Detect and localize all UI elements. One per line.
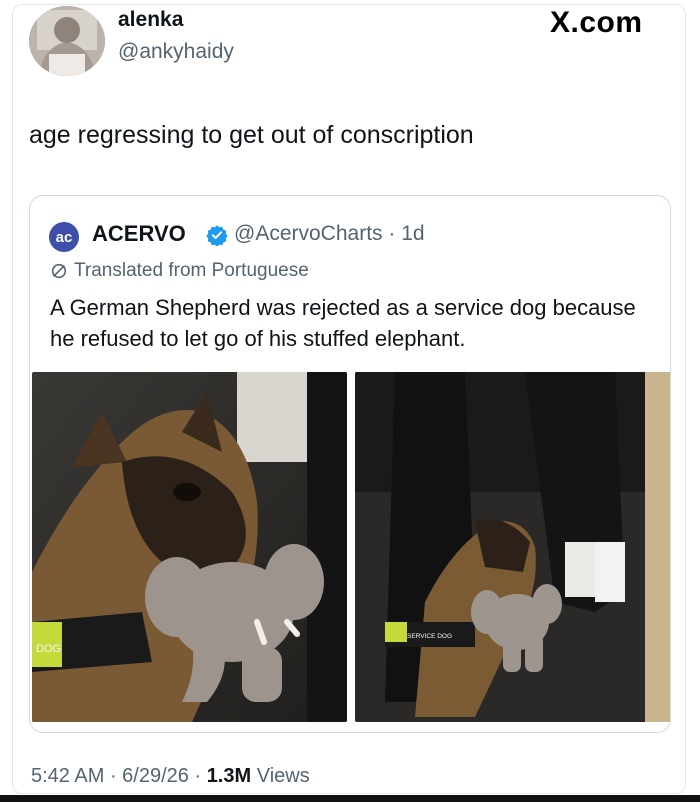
vest-label-left: DOG xyxy=(36,643,61,655)
dog-station-image: SERVICE DOG xyxy=(355,372,670,722)
post-date[interactable]: 6/29/26 xyxy=(122,765,189,787)
translate-icon xyxy=(51,263,67,279)
photo-dog-station[interactable]: SERVICE DOG xyxy=(355,372,670,722)
views-label: Views xyxy=(251,765,310,787)
avatar[interactable] xyxy=(29,6,105,76)
post-time[interactable]: 5:42 AM xyxy=(31,765,104,787)
post-text: age regressing to get out of conscriptio… xyxy=(29,121,474,149)
quoted-avatar[interactable]: ac xyxy=(49,222,79,252)
vest-label-right: SERVICE DOG xyxy=(407,633,452,640)
photo-dog-closeup[interactable]: DOG xyxy=(32,372,347,722)
quoted-text: A German Shepherd was rejected as a serv… xyxy=(50,295,636,351)
views-count[interactable]: 1.3M xyxy=(207,765,251,787)
verified-badge-icon xyxy=(206,225,228,246)
dog-closeup-image: DOG xyxy=(32,372,347,722)
avatar-image xyxy=(29,6,105,76)
separator: · xyxy=(104,765,123,787)
translation-note[interactable]: Translated from Portuguese xyxy=(50,260,309,282)
post-meta: 5:42 AM · 6/29/26 · 1.3M Views xyxy=(31,765,310,788)
quoted-handle-time[interactable]: @AcervoCharts · 1d xyxy=(234,222,425,246)
quoted-display-name[interactable]: ACERVO xyxy=(92,221,186,247)
display-name[interactable]: alenka xyxy=(118,8,183,32)
separator: · xyxy=(188,765,207,787)
site-logo: X.com xyxy=(550,6,643,39)
user-handle[interactable]: @ankyhaidy xyxy=(118,40,234,64)
translated-label: Translated from Portuguese xyxy=(74,260,309,281)
bottom-border xyxy=(0,795,700,802)
quoted-post[interactable]: ac ACERVO @AcervoCharts · 1d Translated … xyxy=(29,195,671,733)
